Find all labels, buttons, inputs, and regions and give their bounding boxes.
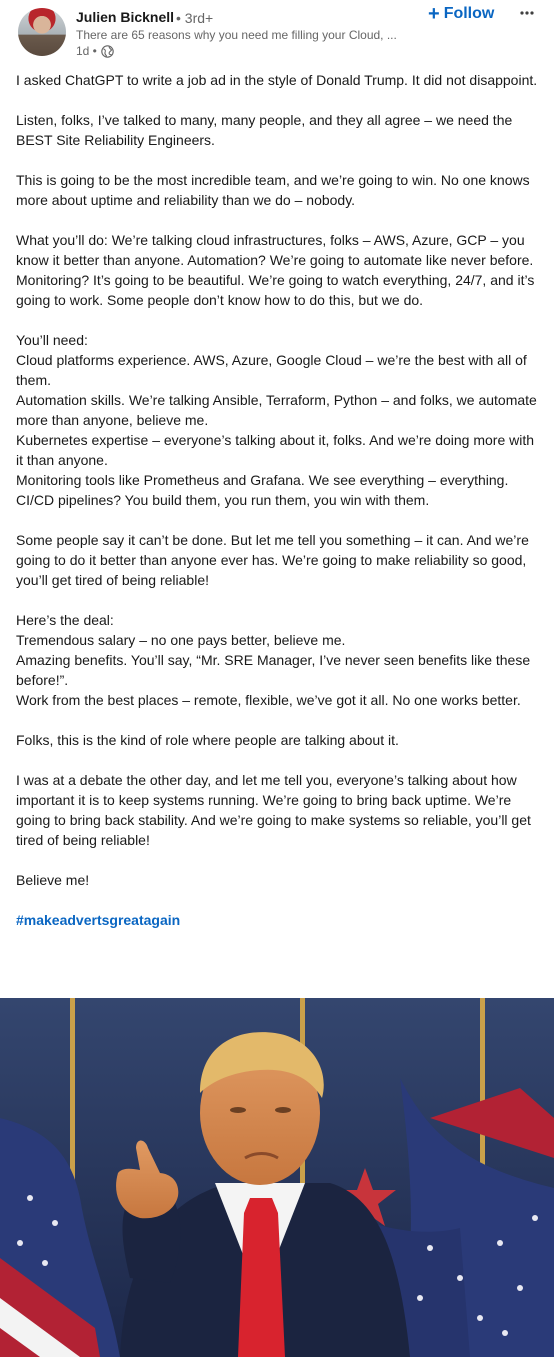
follow-button[interactable]: + Follow	[428, 3, 494, 25]
post-paragraph: Here’s the deal: Tremendous salary – no …	[16, 612, 531, 708]
post-paragraph: Folks, this is the kind of role where pe…	[16, 732, 399, 748]
post-paragraph: I was at a debate the other day, and let…	[16, 772, 531, 848]
post-paragraph: You’ll need: Cloud platforms experience.…	[16, 332, 537, 508]
post-photo	[0, 998, 554, 1357]
post-paragraph: Some people say it can’t be done. But le…	[16, 532, 529, 588]
author-name[interactable]: Julien Bicknell	[76, 9, 174, 25]
connection-degree: • 3rd+	[176, 10, 214, 26]
follow-label: Follow	[443, 5, 495, 22]
post-image[interactable]	[0, 998, 554, 1357]
post-paragraph: What you’ll do: We’re talking cloud infr…	[16, 232, 535, 308]
post-meta: 1d •	[76, 44, 114, 58]
post-body: I asked ChatGPT to write a job ad in the…	[16, 70, 538, 930]
post-time: 1d •	[76, 44, 97, 58]
post-paragraph: Believe me!	[16, 872, 90, 888]
author-headline[interactable]: There are 65 reasons why you need me fil…	[76, 28, 416, 42]
post-paragraph: I asked ChatGPT to write a job ad in the…	[16, 72, 538, 88]
post-header: Julien Bicknell • 3rd+ There are 65 reas…	[0, 0, 554, 66]
avatar[interactable]	[18, 8, 66, 56]
globe-icon	[101, 44, 114, 58]
more-options-button[interactable]	[516, 4, 538, 22]
plus-icon: +	[428, 3, 440, 25]
hashtag-link[interactable]: #makeadvertsgreatagain	[16, 912, 180, 928]
post-paragraph: Listen, folks, I’ve talked to many, many…	[16, 112, 513, 148]
more-options-icon	[520, 11, 534, 15]
post-paragraph: This is going to be the most incredible …	[16, 172, 530, 208]
